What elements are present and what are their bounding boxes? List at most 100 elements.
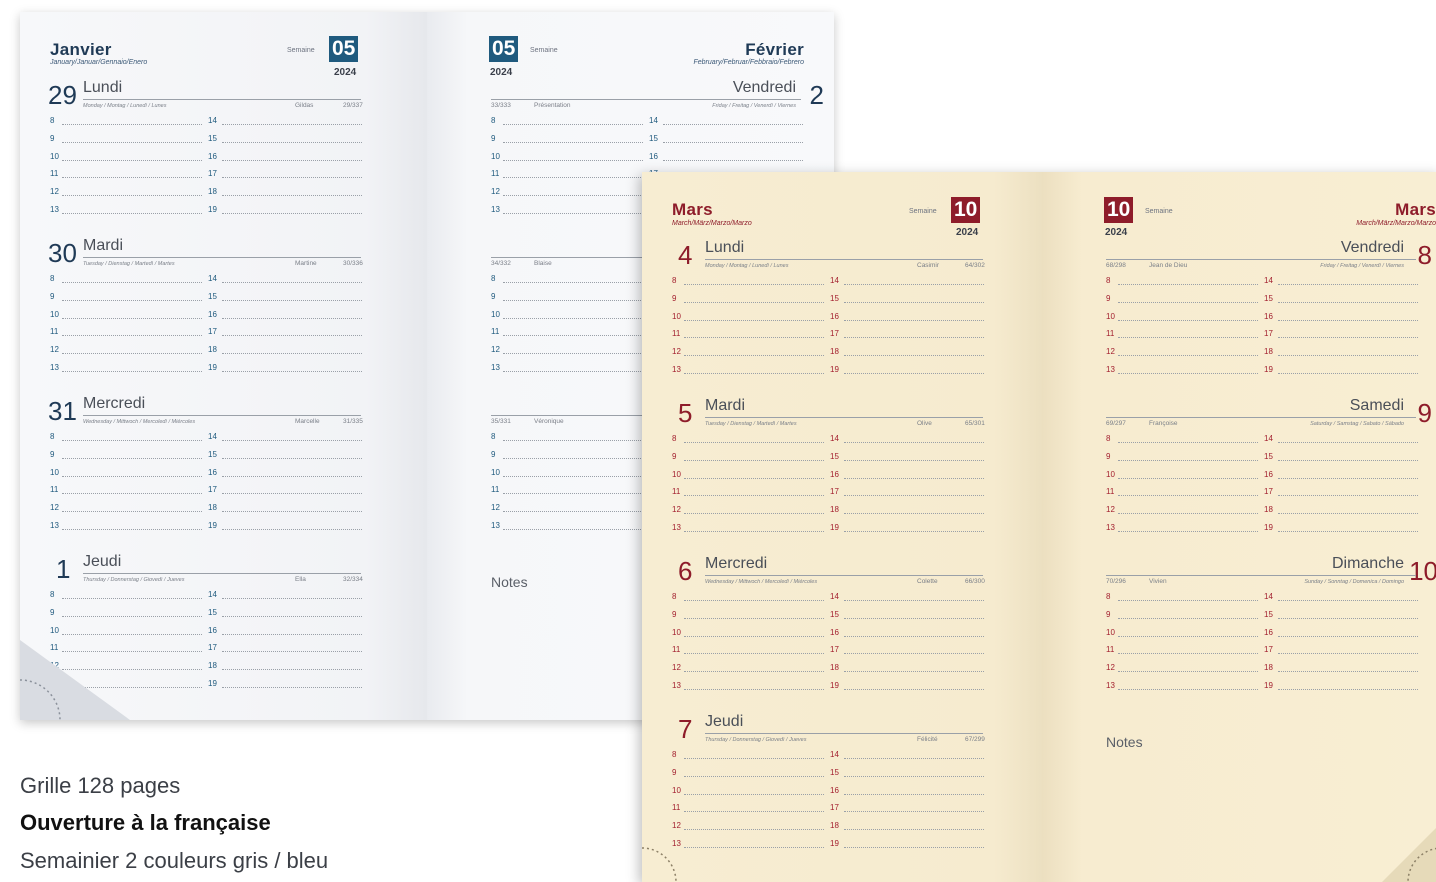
writing-line[interactable]	[684, 373, 824, 374]
writing-line[interactable]	[503, 141, 643, 143]
writing-line[interactable]	[1278, 689, 1418, 690]
writing-line[interactable]	[1278, 671, 1418, 673]
writing-line[interactable]	[684, 829, 824, 831]
writing-line[interactable]	[222, 633, 362, 635]
writing-line[interactable]	[62, 457, 202, 459]
writing-line[interactable]	[684, 442, 824, 443]
writing-line[interactable]	[1118, 513, 1258, 515]
writing-line[interactable]	[844, 671, 984, 673]
writing-line[interactable]	[844, 319, 984, 321]
writing-line[interactable]	[1278, 459, 1418, 461]
writing-line[interactable]	[684, 617, 824, 619]
writing-line[interactable]	[503, 457, 643, 459]
writing-line[interactable]	[62, 633, 202, 635]
writing-line[interactable]	[1118, 495, 1258, 497]
writing-line[interactable]	[844, 284, 984, 285]
writing-line[interactable]	[684, 513, 824, 515]
writing-line[interactable]	[503, 511, 643, 513]
writing-line[interactable]	[503, 335, 643, 337]
writing-line[interactable]	[1118, 284, 1258, 285]
writing-line[interactable]	[663, 159, 803, 161]
writing-line[interactable]	[684, 775, 824, 777]
writing-line[interactable]	[1118, 689, 1258, 690]
writing-line[interactable]	[844, 793, 984, 795]
writing-line[interactable]	[222, 687, 362, 688]
writing-line[interactable]	[684, 337, 824, 339]
writing-line[interactable]	[1278, 442, 1418, 443]
writing-line[interactable]	[222, 299, 362, 301]
writing-line[interactable]	[503, 299, 643, 301]
writing-line[interactable]	[684, 355, 824, 357]
writing-line[interactable]	[663, 124, 803, 125]
writing-line[interactable]	[62, 213, 202, 214]
writing-line[interactable]	[1118, 671, 1258, 673]
writing-line[interactable]	[844, 301, 984, 303]
writing-line[interactable]	[222, 213, 362, 214]
writing-line[interactable]	[62, 282, 202, 283]
writing-line[interactable]	[62, 195, 202, 197]
writing-line[interactable]	[503, 529, 643, 530]
writing-line[interactable]	[62, 475, 202, 477]
writing-line[interactable]	[684, 477, 824, 479]
writing-line[interactable]	[62, 159, 202, 161]
writing-line[interactable]	[684, 811, 824, 813]
writing-line[interactable]	[222, 317, 362, 319]
writing-line[interactable]	[1118, 319, 1258, 321]
writing-line[interactable]	[1278, 617, 1418, 619]
writing-line[interactable]	[1278, 513, 1418, 515]
writing-line[interactable]	[684, 847, 824, 848]
writing-line[interactable]	[663, 141, 803, 143]
writing-line[interactable]	[503, 177, 643, 179]
writing-line[interactable]	[1118, 635, 1258, 637]
writing-line[interactable]	[62, 440, 202, 441]
writing-line[interactable]	[222, 511, 362, 513]
writing-line[interactable]	[1118, 653, 1258, 655]
writing-line[interactable]	[222, 177, 362, 179]
writing-line[interactable]	[503, 317, 643, 319]
writing-line[interactable]	[1278, 319, 1418, 321]
writing-line[interactable]	[62, 335, 202, 337]
writing-line[interactable]	[222, 440, 362, 441]
writing-line[interactable]	[62, 615, 202, 617]
writing-line[interactable]	[1278, 600, 1418, 601]
writing-line[interactable]	[844, 653, 984, 655]
writing-line[interactable]	[844, 775, 984, 777]
writing-line[interactable]	[844, 758, 984, 759]
writing-line[interactable]	[844, 477, 984, 479]
writing-line[interactable]	[62, 124, 202, 125]
writing-line[interactable]	[684, 671, 824, 673]
writing-line[interactable]	[222, 669, 362, 671]
writing-line[interactable]	[844, 600, 984, 601]
writing-line[interactable]	[844, 689, 984, 690]
writing-line[interactable]	[62, 141, 202, 143]
writing-line[interactable]	[1278, 495, 1418, 497]
writing-line[interactable]	[844, 531, 984, 532]
writing-line[interactable]	[1118, 442, 1258, 443]
writing-line[interactable]	[62, 511, 202, 513]
writing-line[interactable]	[684, 689, 824, 690]
writing-line[interactable]	[844, 829, 984, 831]
writing-line[interactable]	[1278, 477, 1418, 479]
writing-line[interactable]	[1118, 373, 1258, 374]
writing-line[interactable]	[503, 353, 643, 355]
writing-line[interactable]	[1118, 355, 1258, 357]
writing-line[interactable]	[684, 459, 824, 461]
writing-line[interactable]	[222, 159, 362, 161]
writing-line[interactable]	[62, 371, 202, 372]
writing-line[interactable]	[222, 529, 362, 530]
writing-line[interactable]	[1278, 635, 1418, 637]
writing-line[interactable]	[222, 493, 362, 495]
writing-line[interactable]	[844, 442, 984, 443]
writing-line[interactable]	[503, 159, 643, 161]
writing-line[interactable]	[844, 635, 984, 637]
writing-line[interactable]	[684, 319, 824, 321]
writing-line[interactable]	[62, 353, 202, 355]
writing-line[interactable]	[222, 371, 362, 372]
writing-line[interactable]	[844, 337, 984, 339]
writing-line[interactable]	[684, 301, 824, 303]
writing-line[interactable]	[503, 440, 643, 441]
writing-line[interactable]	[1118, 337, 1258, 339]
writing-line[interactable]	[844, 355, 984, 357]
writing-line[interactable]	[503, 195, 643, 197]
writing-line[interactable]	[844, 811, 984, 813]
